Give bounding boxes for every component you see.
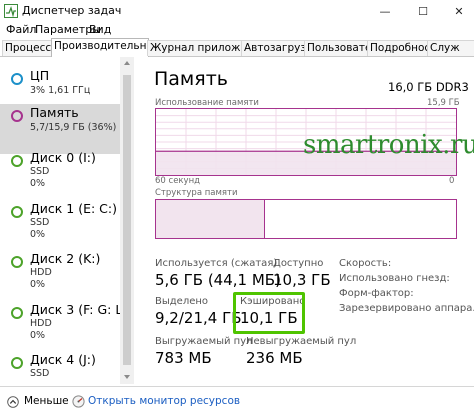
disk-indicator-icon [11,307,23,319]
available-value: 10,3 ГБ [273,271,331,289]
in-use-label: Используется (сжатая) [155,258,278,269]
resource-monitor-icon [72,395,85,408]
fewer-details-link[interactable]: Меньше [24,395,69,407]
scrollbar-thumb[interactable] [123,75,131,365]
memory-spec: 16,0 ГБ DDR3 [388,80,469,94]
paged-pool-value: 783 МБ [155,349,212,367]
menu-bar: Файл Параметры Вид [0,22,474,38]
sidebar-item-title: Диск 1 (E: C:) [30,201,117,216]
nonpaged-pool-value: 236 МБ [246,349,303,367]
disk-indicator-icon [11,155,23,167]
sidebar-item-type: HDD [30,267,52,278]
sidebar-item-memory[interactable]: Память 5,7/15,9 ГБ (36%) [0,104,120,154]
resource-sidebar: ЦП 3% 1,61 ГГц Память 5,7/15,9 ГБ (36%) … [0,57,134,384]
prop-speed: Скорость: [339,258,392,269]
menu-file[interactable]: Файл [6,23,36,36]
bottom-bar: Меньше Открыть монитор ресурсов [0,386,474,418]
prop-form-factor: Форм-фактор: [339,288,414,299]
tab-app-history[interactable]: Журнал приложений [147,40,267,56]
sidebar-item-detail: 3% 1,61 ГГц [30,85,91,96]
sidebar-item-type: SSD [30,368,50,379]
minimize-button[interactable]: — [372,0,398,22]
tab-bar: Процессы Производительность Журнал прило… [0,38,474,57]
tab-users[interactable]: Пользователи [304,40,385,56]
graph-max-label: 15,9 ГБ [427,98,460,108]
task-manager-icon [4,4,18,18]
disk-indicator-icon [11,256,23,268]
close-button[interactable]: ✕ [446,0,472,22]
sidebar-item-disk-1[interactable]: Диск 1 (E: C:) SSD 0% [0,200,120,250]
memory-composition-bar [155,199,457,239]
committed-value: 9,2/21,4 ГБ [155,309,242,327]
window-title: Диспетчер задач [22,4,122,17]
sidebar-item-disk-2[interactable]: Диск 2 (K:) HDD 0% [0,250,120,300]
sidebar-item-title: Диск 4 (J:) [30,352,96,367]
sidebar-item-usage: 0% [30,178,46,189]
available-label: Доступно [273,258,324,269]
sidebar-item-title: Диск 2 (K:) [30,251,101,266]
cached-highlight-box [233,292,305,334]
composition-in-use [156,200,265,238]
tab-processes[interactable]: Процессы [2,40,59,56]
chevron-up-icon[interactable] [7,396,19,408]
title-bar: Диспетчер задач — ☐ ✕ [0,0,474,22]
sidebar-item-disk-3[interactable]: Диск 3 (F: G: L:) HDD 0% [0,301,131,351]
tab-services[interactable]: Служ [427,40,474,56]
sidebar-item-disk-4[interactable]: Диск 4 (J:) SSD [0,351,120,384]
committed-label: Выделено [155,296,209,307]
cpu-indicator-icon [11,73,23,85]
scroll-down-icon[interactable] [123,374,131,380]
disk-indicator-icon [11,206,23,218]
sidebar-item-title: Диск 3 (F: G: L:) [30,302,132,317]
disk-indicator-icon [11,357,23,369]
sidebar-item-type: SSD [30,166,50,177]
tab-performance[interactable]: Производительность [51,38,171,57]
tab-startup[interactable]: Автозагрузка [241,40,319,56]
sidebar-item-usage: 0% [30,229,46,240]
open-resource-monitor-link[interactable]: Открыть монитор ресурсов [88,395,240,407]
sidebar-item-type: SSD [30,217,50,228]
sidebar-item-type: HDD [30,318,52,329]
sidebar-item-title: ЦП [30,68,50,83]
sidebar-item-title: Диск 0 (I:) [30,150,96,165]
in-use-value: 5,6 ГБ (44,1 МБ) [155,271,281,289]
graph-usage-label: Использование памяти [155,98,259,108]
paged-pool-label: Выгружаемый пул [155,336,253,347]
nonpaged-pool-label: Невыгружаемый пул [246,336,357,347]
scroll-up-icon[interactable] [123,60,131,66]
menu-view[interactable]: Вид [89,23,111,36]
tab-details[interactable]: Подробности [367,40,443,56]
page-title: Память [154,68,228,90]
memory-indicator-icon [11,110,23,122]
sidebar-item-detail: 5,7/15,9 ГБ (36%) [30,122,117,133]
graph-time-left-label: 60 секунд [155,176,201,186]
composition-label: Структура памяти [155,188,238,198]
prop-hardware-reserved: Зарезервировано аппара... [339,303,474,314]
watermark-text: smartronix.ru [303,130,474,160]
sidebar-item-title: Память [30,105,79,120]
sidebar-item-disk-0[interactable]: Диск 0 (I:) SSD 0% [0,149,120,199]
sidebar-item-usage: 0% [30,279,46,290]
sidebar-item-usage: 0% [30,330,46,341]
graph-time-right-label: 0 [449,176,455,186]
prop-slots-used: Использовано гнезд: [339,273,450,284]
maximize-button[interactable]: ☐ [410,0,436,22]
